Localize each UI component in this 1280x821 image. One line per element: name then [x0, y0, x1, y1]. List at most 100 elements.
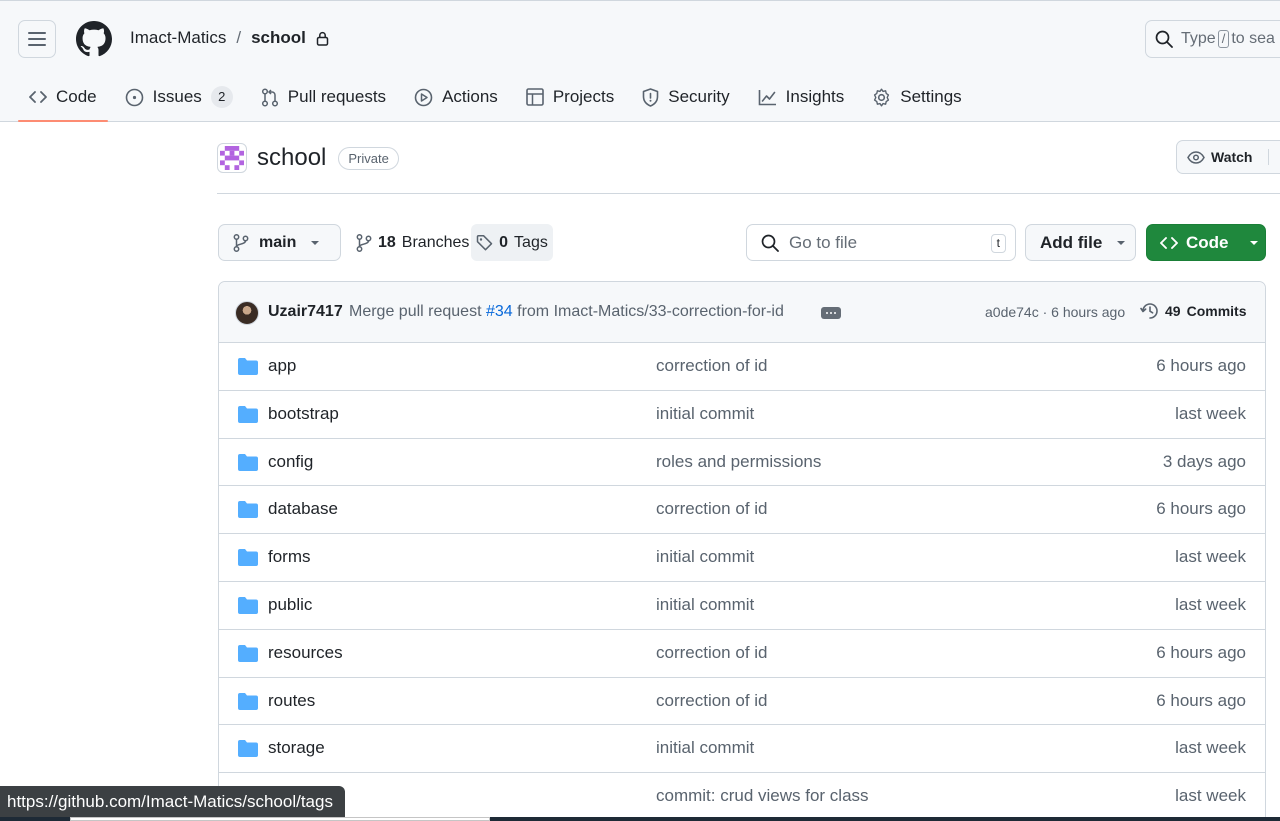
file-list: Uzair7417 Merge pull request #34 from Im… [218, 281, 1266, 821]
tag-icon [476, 234, 493, 251]
taskbar-strip [0, 817, 1280, 821]
code-icon [1160, 236, 1178, 249]
history-icon [1140, 303, 1158, 319]
file-commit-message[interactable]: commit: crud views for class [656, 786, 869, 806]
file-name[interactable]: app [268, 356, 296, 376]
file-name[interactable]: resources [268, 643, 343, 663]
expand-commit-message-button[interactable] [821, 307, 841, 319]
file-commit-age: last week [1175, 547, 1246, 567]
breadcrumb-repo[interactable]: school [251, 28, 306, 48]
file-name[interactable]: routes [268, 691, 315, 711]
folder-icon [238, 453, 258, 471]
table-icon [526, 88, 544, 106]
file-commit-message[interactable]: roles and permissions [656, 452, 821, 472]
breadcrumb: Imact-Matics / school [130, 28, 329, 48]
commit-author[interactable]: Uzair7417 [268, 303, 343, 321]
file-row[interactable]: tests commit: crud views for class last … [219, 773, 1265, 821]
branches-label: Branches [401, 233, 470, 251]
hamburger-icon [28, 32, 46, 46]
tab-insights[interactable]: Insights [747, 74, 856, 120]
tab-settings[interactable]: Settings [861, 74, 972, 120]
go-to-file-input[interactable]: Go to file t [746, 224, 1016, 261]
file-row[interactable]: storage initial commit last week [219, 725, 1265, 774]
file-commit-message[interactable]: initial commit [656, 738, 754, 758]
code-button[interactable]: Code [1146, 224, 1266, 261]
taskbar-segment [70, 817, 490, 821]
file-commit-age: 6 hours ago [1156, 690, 1246, 710]
folder-icon [238, 405, 258, 423]
tab-actions[interactable]: Actions [403, 74, 509, 120]
watch-count: 1 [1268, 149, 1280, 165]
global-header: Imact-Matics / school Type / to sea Code I… [0, 0, 1280, 122]
pr-link[interactable]: #34 [486, 303, 513, 320]
branches-link[interactable]: 18 Branches [356, 224, 469, 261]
file-commit-message[interactable]: correction of id [656, 691, 768, 711]
commits-count: 49 [1165, 303, 1181, 319]
tab-projects[interactable]: Projects [515, 74, 625, 120]
tab-issues[interactable]: Issues 2 [114, 74, 244, 120]
tab-code[interactable]: Code [18, 74, 108, 122]
file-name[interactable]: forms [268, 547, 311, 567]
code-button-label: Code [1186, 232, 1229, 252]
global-search-input[interactable]: Type / to sea [1145, 20, 1280, 58]
branch-selector-button[interactable]: main [218, 224, 341, 261]
shield-icon [642, 87, 659, 107]
triangle-down-icon [311, 240, 320, 245]
git-branch-icon [356, 233, 372, 252]
tags-link[interactable]: 0 Tags [471, 224, 553, 261]
file-commit-message[interactable]: correction of id [656, 356, 768, 376]
file-commit-age: 6 hours ago [1156, 499, 1246, 519]
file-commit-message[interactable]: initial commit [656, 547, 754, 567]
search-shortcut-key: / [1217, 30, 1230, 48]
github-logo-icon[interactable] [76, 21, 112, 57]
file-name[interactable]: storage [268, 738, 325, 758]
file-row[interactable]: public initial commit last week [219, 582, 1265, 630]
file-commit-message[interactable]: correction of id [656, 643, 768, 663]
repo-name[interactable]: school [257, 144, 326, 172]
file-commit-age: last week [1175, 403, 1246, 423]
triangle-down-icon [1117, 240, 1126, 245]
file-name[interactable]: config [268, 452, 313, 472]
status-url: https://github.com/Imact-Matics/school/t… [7, 791, 333, 811]
lock-icon [316, 31, 329, 46]
tab-label: Settings [900, 87, 962, 106]
repo-owner-avatar[interactable] [217, 143, 247, 173]
issue-opened-icon [125, 88, 143, 106]
go-to-file-placeholder: Go to file [789, 232, 858, 252]
watch-button[interactable]: Watch 1 [1176, 140, 1280, 174]
tab-label: Projects [552, 87, 615, 106]
file-commit-message[interactable]: initial commit [656, 595, 754, 615]
author-avatar[interactable] [235, 301, 259, 325]
commits-history-link[interactable]: 49 Commits [1140, 302, 1246, 320]
folder-icon [238, 692, 258, 710]
file-row[interactable]: app correction of id 6 hours ago [219, 343, 1265, 391]
tab-label: Code [56, 87, 97, 106]
file-row[interactable]: bootstrap initial commit last week [219, 391, 1265, 439]
issues-count-badge: 2 [210, 86, 233, 108]
commit-message-suffix: from Imact-Matics/33-correction-for-id [517, 303, 784, 320]
file-row[interactable]: forms initial commit last week [219, 534, 1265, 582]
tab-security[interactable]: Security [631, 74, 740, 120]
link-preview-status: https://github.com/Imact-Matics/school/t… [0, 786, 345, 817]
file-row[interactable]: resources correction of id 6 hours ago [219, 630, 1265, 678]
commits-label: Commits [1186, 303, 1247, 319]
file-row[interactable]: database correction of id 6 hours ago [219, 486, 1265, 535]
file-commit-age: last week [1175, 594, 1246, 614]
file-commit-message[interactable]: correction of id [656, 499, 768, 519]
file-name[interactable]: database [268, 499, 338, 519]
identicon-icon [220, 146, 244, 170]
file-commit-message[interactable]: initial commit [656, 404, 754, 424]
file-row[interactable]: config roles and permissions 3 days ago [219, 439, 1265, 487]
file-name[interactable]: public [268, 595, 312, 615]
file-row[interactable]: routes correction of id 6 hours ago [219, 678, 1265, 726]
breadcrumb-owner[interactable]: Imact-Matics [130, 28, 226, 48]
file-name[interactable]: bootstrap [268, 404, 339, 424]
tab-pull-requests[interactable]: Pull requests [250, 74, 397, 120]
commit-sha-time[interactable]: a0de74c · 6 hours ago [985, 304, 1125, 320]
menu-button[interactable] [18, 20, 56, 58]
commit-message[interactable]: Merge pull request #34 from Imact-Matics… [349, 303, 784, 321]
file-commit-age: last week [1175, 786, 1246, 806]
visibility-badge: Private [338, 146, 399, 170]
add-file-button[interactable]: Add file [1025, 224, 1136, 261]
commit-message-prefix: Merge pull request [349, 303, 482, 320]
